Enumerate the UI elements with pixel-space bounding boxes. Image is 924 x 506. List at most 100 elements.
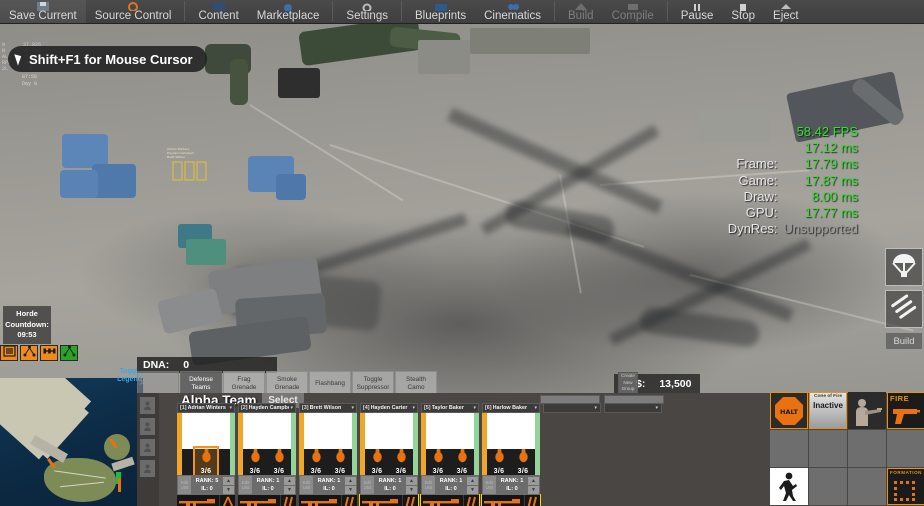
chevron-down-icon[interactable]: ▾ — [229, 405, 232, 411]
stepper-up-3[interactable]: ▲ — [345, 476, 356, 485]
member-card-4[interactable]: [4] Hayden Carter ▾ 3/6 3/6 Edit Unit RA… — [359, 403, 419, 506]
grenade-slot[interactable]: 3/6 — [366, 448, 388, 475]
unit-model[interactable] — [186, 239, 226, 265]
toolbar-marketplace[interactable]: Marketplace — [248, 0, 329, 23]
rail-button-1[interactable] — [140, 397, 155, 414]
edit-unit-button-5[interactable]: Edit Unit — [422, 476, 435, 494]
member-weapon-3[interactable]: 32/600 — [299, 495, 357, 506]
stepper-up-6[interactable]: ▲ — [528, 476, 539, 485]
toolbar-blueprints[interactable]: Blueprints — [406, 0, 475, 23]
toolbar-content[interactable]: Content — [189, 0, 247, 23]
member-weapon-4[interactable]: 32/600 — [359, 494, 419, 506]
chevron-down-icon[interactable]: ▾ — [290, 405, 293, 411]
member-card-5[interactable]: [5] Taylor Baker ▾ 3/6 3/6 Edit Unit RAN… — [420, 403, 480, 506]
member-weapon-5[interactable]: 32/600 — [420, 494, 480, 506]
empty-action-slot[interactable] — [848, 468, 886, 505]
grenade-slot[interactable]: 3/6 — [329, 448, 351, 475]
halt-command-button[interactable]: HALT — [770, 392, 808, 429]
rail-button-3[interactable] — [140, 439, 155, 456]
toolbar-source-control[interactable]: Source Control — [86, 0, 181, 23]
toolbar-build[interactable]: Build — [559, 0, 603, 23]
formation-command-button[interactable]: FORMATION — [887, 468, 924, 505]
aim-command-button[interactable] — [848, 392, 886, 429]
toolbar-pause[interactable]: Pause — [672, 0, 723, 23]
empty-action-slot[interactable] — [848, 430, 886, 467]
member-header-4[interactable]: [4] Hayden Carter ▾ — [360, 403, 418, 413]
member-header-1[interactable]: [1] Adrian Winters ▾ — [177, 403, 235, 413]
edit-unit-button-3[interactable]: Edit Unit — [300, 476, 313, 494]
unit-model[interactable] — [62, 134, 108, 168]
chevron-down-icon[interactable]: ▾ — [594, 405, 597, 411]
rail-button-2[interactable] — [140, 418, 155, 435]
stepper-up-2[interactable]: ▲ — [284, 476, 295, 485]
toolbar-save-current[interactable]: Save Current — [0, 0, 86, 23]
member-card-1[interactable]: [1] Adrian Winters ▾ 3/6 Edit Unit RANK:… — [177, 403, 235, 506]
weapon-primary-6[interactable]: 12/160 — [482, 495, 524, 506]
toolbar-compile[interactable]: Compile — [603, 0, 663, 23]
weapon-primary-1[interactable]: 32/600 — [177, 495, 219, 506]
chevron-down-icon[interactable]: ▾ — [351, 405, 354, 411]
grenade-slot[interactable]: 3/6 — [427, 448, 449, 475]
toolbar-settings[interactable]: Settings — [337, 0, 397, 23]
grenade-slot[interactable]: 3/6 — [512, 448, 534, 475]
edit-unit-button-6[interactable]: Edit Unit — [483, 476, 496, 494]
stepper-down-5[interactable]: ▼ — [467, 485, 478, 494]
line-formation-button[interactable] — [40, 345, 58, 361]
member-card-3[interactable]: [3] Brett Wilson ▾ 3/6 3/6 Edit Unit RAN… — [299, 403, 357, 506]
empty-action-slot[interactable] — [809, 468, 847, 505]
member-weapon-2[interactable]: 32/600 — [238, 495, 296, 506]
minimap[interactable] — [0, 378, 143, 506]
toolbar-cinematics[interactable]: Cinematics — [475, 0, 550, 23]
stepper-up-1[interactable]: ▲ — [223, 476, 234, 485]
stepper-down-3[interactable]: ▼ — [345, 485, 356, 494]
empty-action-slot[interactable] — [770, 430, 808, 467]
weapon-secondary-3[interactable] — [341, 495, 357, 506]
unit-model[interactable] — [276, 174, 306, 200]
edit-unit-button-4[interactable]: Edit Unit — [361, 476, 374, 494]
member-weapon-6[interactable]: 12/160 — [481, 494, 541, 506]
member-header-5[interactable]: [5] Taylor Baker ▾ — [421, 403, 479, 413]
weapon-primary-4[interactable]: 32/600 — [360, 495, 402, 506]
empty-action-slot[interactable] — [887, 430, 924, 467]
grenade-slot[interactable]: 3/6 — [268, 448, 290, 475]
empty-member-slot-2[interactable]: ▾ — [604, 403, 662, 506]
weapon-primary-5[interactable]: 32/600 — [421, 495, 463, 506]
list-formation-button[interactable] — [0, 345, 18, 361]
member-header-3[interactable]: [3] Brett Wilson ▾ — [299, 403, 357, 413]
stepper-down-2[interactable]: ▼ — [284, 485, 295, 494]
airstrike-button[interactable] — [885, 290, 923, 328]
empty-member-slot-1[interactable]: ▾ — [543, 403, 601, 506]
toolbar-eject[interactable]: Eject — [764, 0, 808, 23]
rail-button-4[interactable] — [140, 460, 155, 477]
toolbar-stop[interactable]: Stop — [722, 0, 764, 23]
member-card-6[interactable]: [6] Harlow Baker ▾ 3/6 3/6 Edit Unit RAN… — [481, 403, 541, 506]
grenade-slot[interactable]: 3/6 — [305, 448, 327, 475]
cone-of-fire-button[interactable]: Cone of Fire Inactive — [809, 392, 847, 429]
stepper-down-4[interactable]: ▼ — [406, 485, 417, 494]
stepper-up-5[interactable]: ▲ — [467, 476, 478, 485]
weapon-secondary-1[interactable] — [219, 495, 235, 506]
wedge-formation-button[interactable] — [60, 345, 78, 361]
member-card-2[interactable]: [2] Hayden Campbell ▾ 3/6 3/6 Edit Unit … — [238, 403, 296, 506]
empty-action-slot[interactable] — [809, 430, 847, 467]
chevron-down-icon[interactable]: ▾ — [534, 405, 537, 411]
grenade-slot[interactable]: 3/6 — [193, 446, 219, 477]
stepper-down-1[interactable]: ▼ — [223, 485, 234, 494]
unit-model[interactable] — [92, 164, 136, 198]
move-command-button[interactable] — [770, 468, 808, 505]
chevron-down-icon[interactable]: ▾ — [412, 405, 415, 411]
empty-slot-dropdown-2[interactable]: ▾ — [604, 403, 662, 413]
spread-formation-button[interactable] — [20, 345, 38, 361]
member-header-6[interactable]: [6] Harlow Baker ▾ — [482, 403, 540, 413]
chevron-down-icon[interactable]: ▾ — [655, 405, 658, 411]
edit-unit-button-1[interactable]: Edit Unit — [178, 476, 191, 494]
grenade-slot[interactable]: 3/6 — [244, 448, 266, 475]
weapon-primary-2[interactable]: 32/600 — [238, 495, 280, 506]
stepper-down-6[interactable]: ▼ — [528, 485, 539, 494]
grenade-slot[interactable]: 3/6 — [488, 448, 510, 475]
edit-unit-button-2[interactable]: Edit Unit — [239, 476, 252, 494]
unit-model[interactable] — [60, 170, 98, 198]
weapon-secondary-5[interactable] — [463, 495, 479, 506]
grenade-slot[interactable]: 3/6 — [390, 448, 412, 475]
weapon-secondary-4[interactable] — [402, 495, 418, 506]
